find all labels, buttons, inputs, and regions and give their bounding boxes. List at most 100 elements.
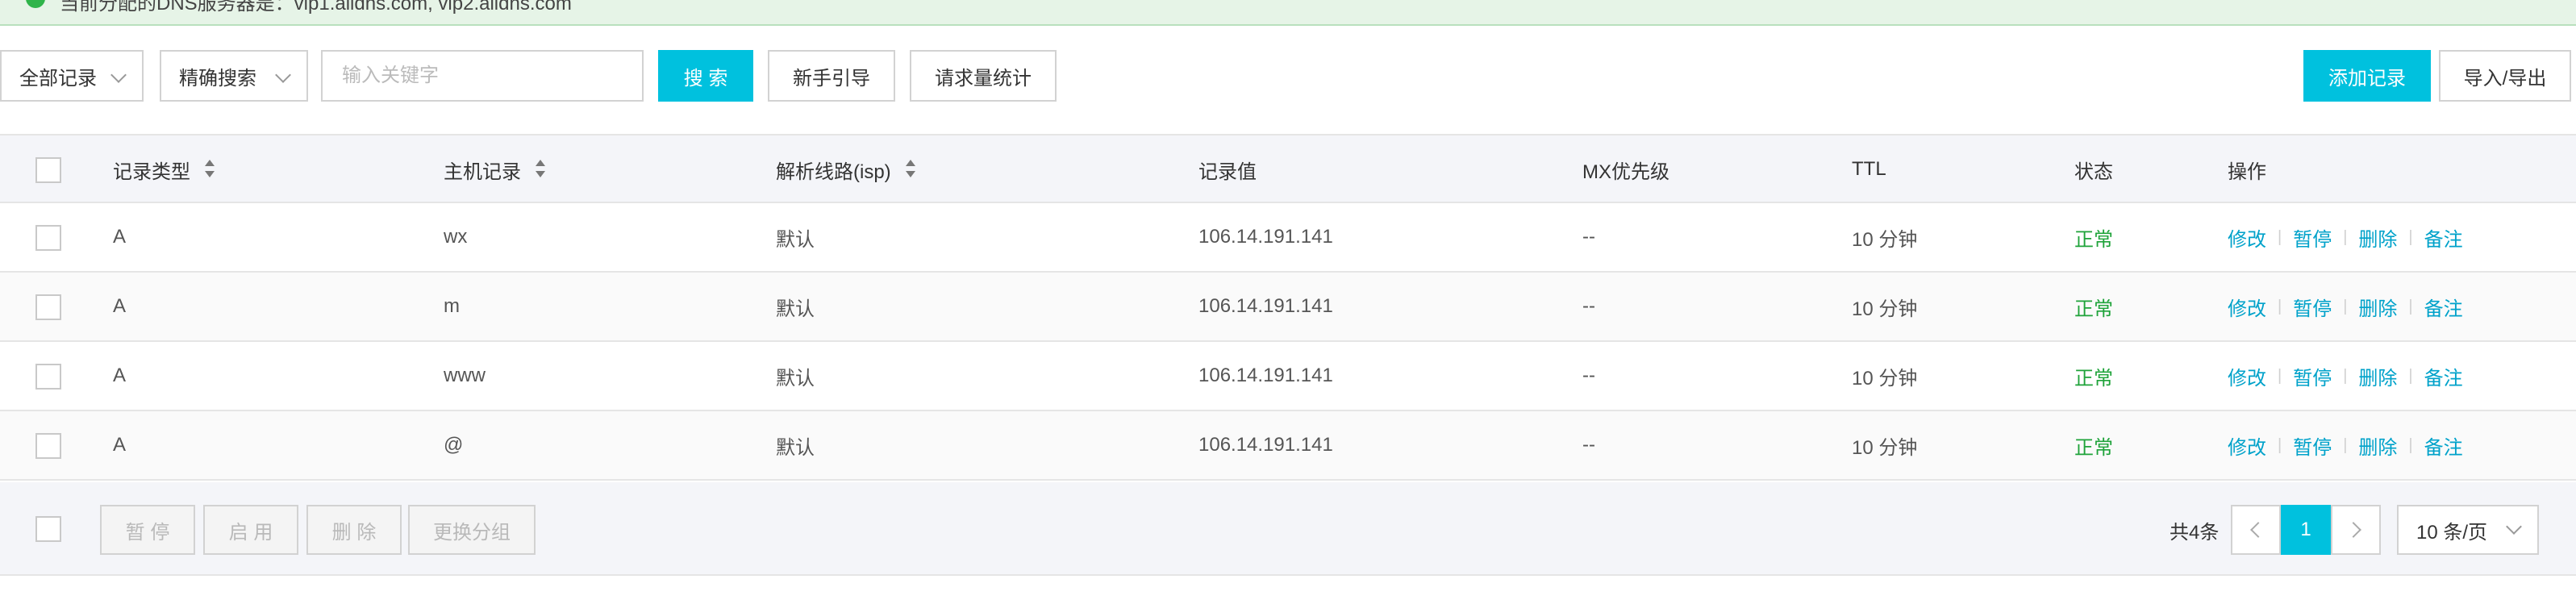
note-link[interactable]: 备注 [2424, 293, 2463, 321]
sort-icon[interactable] [905, 160, 915, 179]
note-link[interactable]: 备注 [2424, 223, 2463, 252]
cell-ttl: 10 分钟 [1852, 367, 1918, 390]
cell-mx: -- [1582, 365, 1595, 386]
cell-line: 默认 [776, 228, 815, 251]
cell-mx: -- [1582, 226, 1595, 248]
column-header-type-label: 记录类型 [113, 160, 190, 183]
cell-host: www [444, 365, 486, 386]
search-mode-label: 精确搜索 [179, 67, 256, 90]
guide-button[interactable]: 新手引导 [768, 50, 895, 102]
separator: | [2278, 435, 2282, 454]
column-header-line[interactable]: 解析线路(isp) [776, 135, 915, 203]
table-row: A wx 默认 106.14.191.141 -- 10 分钟 正常 修改 | … [0, 203, 2576, 273]
prev-page-button[interactable] [2231, 505, 2281, 555]
status-badge: 正常 [2074, 298, 2113, 320]
row-checkbox[interactable] [35, 364, 61, 390]
change-group-button[interactable]: 更换分组 [408, 505, 536, 555]
separator: | [2278, 297, 2282, 315]
page-size-label: 10 条/页 [2416, 521, 2488, 544]
cell-type: A [113, 434, 127, 456]
row-actions: 修改 | 暂停 | 删除 | 备注 [2228, 273, 2463, 340]
sort-icon[interactable] [536, 160, 545, 179]
column-header-status: 状态 [2074, 160, 2113, 183]
column-header-ops: 操作 [2228, 160, 2266, 183]
dns-notice-text: 当前分配的DNS服务器是：vip1.alidns.com, vip2.alidn… [60, 0, 572, 15]
column-header-value: 记录值 [1198, 160, 1257, 183]
cell-line: 默认 [776, 367, 815, 390]
separator: | [2408, 227, 2413, 246]
row-checkbox[interactable] [35, 294, 61, 320]
batch-pause-button[interactable]: 暂 停 [100, 505, 195, 555]
record-filter-select[interactable]: 全部记录 [0, 50, 144, 102]
status-badge: 正常 [2074, 367, 2113, 390]
cell-host: @ [444, 434, 464, 456]
select-all-checkbox[interactable] [35, 157, 61, 183]
record-filter-label: 全部记录 [19, 67, 97, 90]
row-actions: 修改 | 暂停 | 删除 | 备注 [2228, 203, 2463, 271]
import-export-button[interactable]: 导入/导出 [2439, 50, 2571, 102]
note-link[interactable]: 备注 [2424, 362, 2463, 390]
edit-link[interactable]: 修改 [2228, 293, 2266, 321]
cell-value: 106.14.191.141 [1198, 365, 1333, 386]
separator: | [2343, 297, 2348, 315]
cell-line: 默认 [776, 436, 815, 459]
separator: | [2408, 297, 2413, 315]
search-mode-select[interactable]: 精确搜索 [160, 50, 308, 102]
pause-link[interactable]: 暂停 [2293, 293, 2332, 321]
separator: | [2278, 366, 2282, 385]
pause-link[interactable]: 暂停 [2293, 362, 2332, 390]
next-page-button[interactable] [2331, 505, 2381, 555]
delete-link[interactable]: 删除 [2358, 223, 2397, 252]
separator: | [2343, 227, 2348, 246]
table-row: A @ 默认 106.14.191.141 -- 10 分钟 正常 修改 | 暂… [0, 411, 2576, 481]
edit-link[interactable]: 修改 [2228, 431, 2266, 460]
column-header-ttl: TTL [1852, 158, 1886, 180]
row-checkbox[interactable] [35, 225, 61, 251]
status-badge: 正常 [2074, 228, 2113, 251]
table-header-row: 记录类型 主机记录 解析线路(isp) 记录值 MX优先级 TTL 状态 操作 [0, 134, 2576, 203]
note-link[interactable]: 备注 [2424, 431, 2463, 460]
batch-enable-button[interactable]: 启 用 [203, 505, 298, 555]
table-row: A m 默认 106.14.191.141 -- 10 分钟 正常 修改 | 暂… [0, 273, 2576, 342]
cell-ttl: 10 分钟 [1852, 436, 1918, 459]
table-row: A www 默认 106.14.191.141 -- 10 分钟 正常 修改 |… [0, 342, 2576, 411]
page-number-button[interactable]: 1 [2281, 505, 2331, 555]
row-actions: 修改 | 暂停 | 删除 | 备注 [2228, 342, 2463, 410]
table-footer: 暂 停 启 用 删 除 更换分组 共4条 1 10 条/页 [0, 482, 2576, 576]
page-size-select[interactable]: 10 条/页 [2397, 505, 2539, 555]
column-header-host[interactable]: 主机记录 [444, 135, 545, 203]
pause-link[interactable]: 暂停 [2293, 223, 2332, 252]
delete-link[interactable]: 删除 [2358, 431, 2397, 460]
toolbar: 全部记录 精确搜索 搜 索 新手引导 请求量统计 添加记录 导入/导出 [0, 50, 2576, 102]
search-button[interactable]: 搜 索 [658, 50, 753, 102]
separator: | [2408, 366, 2413, 385]
delete-link[interactable]: 删除 [2358, 362, 2397, 390]
delete-link[interactable]: 删除 [2358, 293, 2397, 321]
chevron-right-icon [2345, 522, 2361, 538]
chevron-left-icon [2250, 522, 2266, 538]
column-header-mx: MX优先级 [1582, 160, 1669, 183]
row-checkbox[interactable] [35, 433, 61, 459]
edit-link[interactable]: 修改 [2228, 362, 2266, 390]
edit-link[interactable]: 修改 [2228, 223, 2266, 252]
cell-type: A [113, 365, 127, 386]
row-actions: 修改 | 暂停 | 删除 | 备注 [2228, 411, 2463, 479]
separator: | [2278, 227, 2282, 246]
cell-line: 默认 [776, 298, 815, 320]
cell-host: m [444, 295, 460, 317]
select-all-footer-checkbox[interactable] [35, 516, 61, 542]
add-record-button[interactable]: 添加记录 [2303, 50, 2431, 102]
dns-records-table: 记录类型 主机记录 解析线路(isp) 记录值 MX优先级 TTL 状态 操作 … [0, 134, 2576, 481]
batch-delete-button[interactable]: 删 除 [306, 505, 402, 555]
column-header-host-label: 主机记录 [444, 160, 521, 183]
column-header-type[interactable]: 记录类型 [113, 135, 215, 203]
cell-value: 106.14.191.141 [1198, 295, 1333, 317]
cell-value: 106.14.191.141 [1198, 226, 1333, 248]
sort-icon[interactable] [205, 160, 215, 179]
cell-ttl: 10 分钟 [1852, 298, 1918, 320]
request-stats-button[interactable]: 请求量统计 [910, 50, 1057, 102]
keyword-search-input[interactable] [321, 50, 644, 102]
cell-type: A [113, 226, 127, 248]
chevron-down-icon [110, 67, 127, 83]
pause-link[interactable]: 暂停 [2293, 431, 2332, 460]
